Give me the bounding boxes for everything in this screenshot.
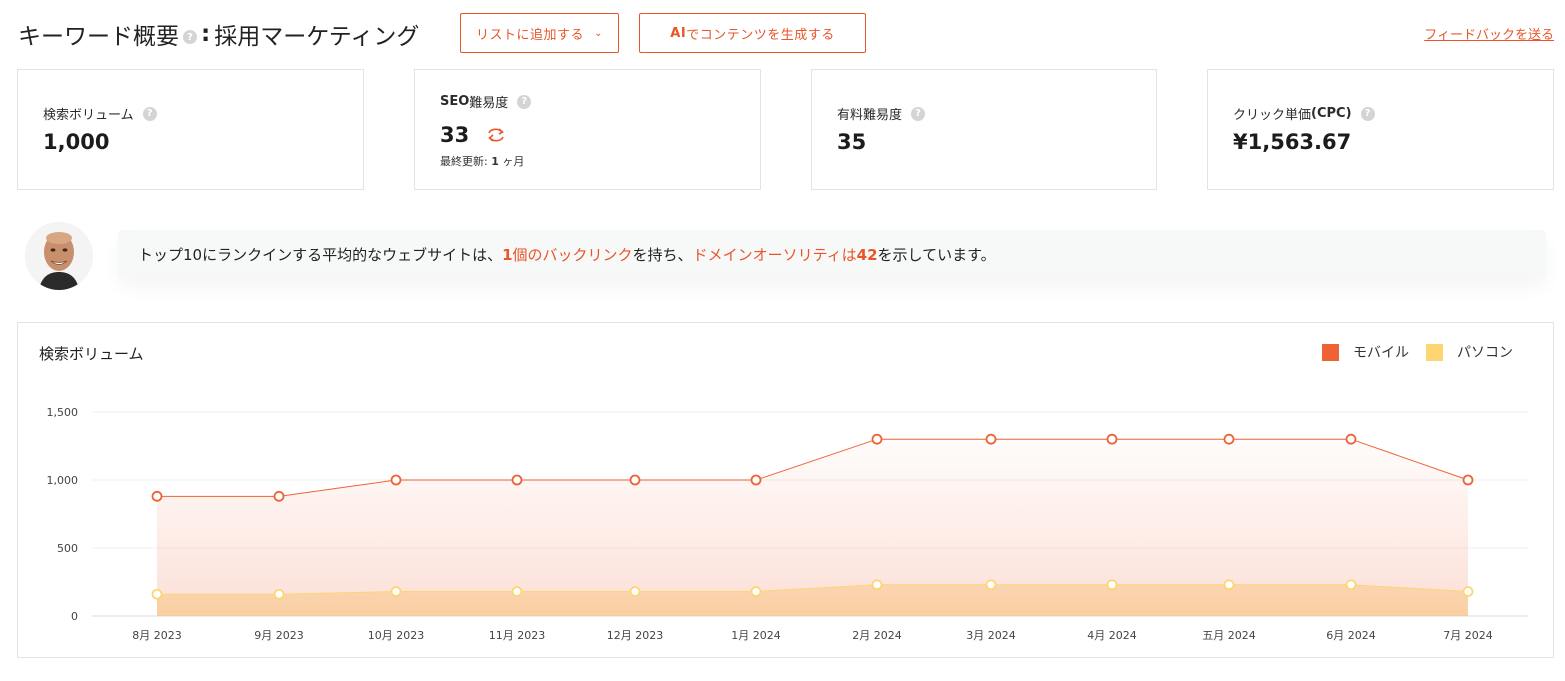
data-point-mobile	[1462, 474, 1474, 486]
domain-authority-label: ドメインオーソリティは	[692, 246, 857, 264]
cpc-label-suffix: (CPC)	[1311, 106, 1352, 121]
data-point-mobile	[629, 474, 641, 486]
x-tick-label: 2月 2024	[852, 629, 902, 642]
search-volume-label: 検索ボリューム ?	[43, 104, 157, 123]
last-updated-text: 最終更新: 1 ヶ月	[440, 153, 524, 169]
x-tick-label: 3月 2024	[966, 629, 1016, 642]
data-point-desktop	[273, 588, 285, 600]
data-point-mobile	[1223, 433, 1235, 445]
search-volume-card: 検索ボリューム ? 1,000	[17, 69, 364, 190]
search-volume-chart-panel: 検索ボリューム モバイル パソコン 0 500 1,000 1,500 8月 2023 9…	[17, 322, 1554, 658]
data-point-desktop	[1106, 579, 1118, 591]
x-tick-label: 7月 2024	[1443, 629, 1493, 642]
data-point-mobile	[871, 433, 883, 445]
x-tick-label: 8月 2023	[132, 629, 182, 642]
search-volume-chart: 0 500 1,000 1,500 8月 2023 9月 2023 10月 2023 11月 …	[47, 406, 1528, 642]
page-title-label: キーワード概要	[18, 24, 179, 50]
help-icon[interactable]: ?	[517, 94, 532, 109]
insight-banner: トップ10にランクインする平均的なウェブサイトは、1個のバックリンクを持ち、ドメ…	[118, 230, 1546, 278]
insight-text-part: トップ10にランクインする平均的なウェブサイトは、	[138, 246, 503, 264]
x-tick-label: 10月 2023	[368, 629, 425, 642]
data-point-desktop	[871, 579, 883, 591]
x-tick-label: 9月 2023	[254, 629, 304, 642]
cpc-label: クリック単価 (CPC) ?	[1233, 104, 1375, 123]
help-icon[interactable]: ?	[183, 30, 197, 44]
insight-text: トップ10にランクインする平均的なウェブサイトは、1個のバックリンクを持ち、ドメ…	[138, 244, 996, 265]
x-tick-label: 五月 2024	[1202, 629, 1256, 642]
paid-difficulty-card: 有料難易度 ? 35	[811, 69, 1157, 190]
insight-text-part: を示しています。	[877, 246, 996, 264]
search-volume-label-text: 検索ボリューム	[43, 108, 134, 123]
x-tick-label: 6月 2024	[1326, 629, 1376, 642]
seo-difficulty-card: SEO 難易度 ? 33 最終更新: 1 ヶ月	[414, 69, 761, 190]
insight-text-part: を持ち、	[632, 246, 693, 264]
help-icon[interactable]: ?	[1360, 106, 1375, 121]
data-point-desktop	[1345, 579, 1357, 591]
refresh-icon[interactable]	[485, 124, 507, 146]
x-tick-label: 11月 2023	[489, 629, 546, 642]
seo-difficulty-label: SEO 難易度 ?	[440, 92, 532, 111]
avatar-portrait-icon	[25, 222, 93, 290]
chevron-down-icon: ⌄	[594, 27, 603, 39]
seo-label-suffix: 難易度	[469, 96, 509, 111]
send-feedback-link[interactable]: フィードバックを送る	[1424, 24, 1554, 43]
page-header: キーワード概要 ? : 採用マーケティング リストに追加する ⌄ AI でコンテン…	[18, 13, 1554, 53]
ai-generate-content-button[interactable]: AI でコンテンツを生成する	[639, 13, 866, 53]
data-point-mobile	[390, 474, 402, 486]
domain-authority-value: 42	[856, 246, 878, 264]
y-tick-label: 0	[71, 610, 78, 623]
page-title: キーワード概要 ? : 採用マーケティング	[18, 17, 419, 51]
seo-label-prefix: SEO	[440, 94, 470, 109]
data-point-mobile	[273, 490, 285, 502]
x-tick-label: 4月 2024	[1087, 629, 1137, 642]
data-point-mobile	[151, 490, 163, 502]
backlink-label: 個のバックリンク	[512, 246, 633, 264]
data-point-mobile	[1106, 433, 1118, 445]
backlink-count: 1	[502, 246, 513, 264]
seo-difficulty-value: 33	[440, 123, 470, 147]
add-to-list-label: リストに追加する	[476, 27, 585, 43]
keyword-text: 採用マーケティング	[214, 24, 420, 50]
cpc-card: クリック単価 (CPC) ? ¥1,563.67	[1207, 69, 1554, 190]
data-point-desktop	[390, 586, 402, 597]
cpc-label-prefix: クリック単価	[1233, 108, 1312, 123]
seo-difficulty-value-row: 33	[440, 123, 507, 147]
help-icon[interactable]: ?	[142, 106, 157, 121]
paid-difficulty-label: 有料難易度 ?	[837, 104, 926, 123]
data-point-desktop	[1223, 579, 1235, 591]
y-tick-label: 500	[57, 542, 78, 555]
cpc-value: ¥1,563.67	[1233, 130, 1352, 154]
x-tick-label: 12月 2023	[607, 629, 664, 642]
data-point-desktop	[151, 588, 163, 600]
data-point-mobile	[1345, 433, 1357, 445]
data-point-mobile	[750, 474, 762, 486]
data-point-desktop	[985, 579, 997, 591]
data-point-mobile	[511, 474, 523, 486]
ai-label-suffix: でコンテンツを生成する	[686, 27, 835, 43]
data-point-desktop	[1462, 586, 1474, 597]
title-separator: :	[201, 21, 211, 47]
last-updated-unit: ヶ月	[502, 155, 525, 168]
data-point-mobile	[985, 433, 997, 445]
paid-difficulty-label-text: 有料難易度	[837, 108, 903, 123]
data-point-desktop	[629, 586, 641, 597]
ai-label-prefix: AI	[670, 25, 687, 41]
help-icon[interactable]: ?	[911, 106, 926, 121]
avatar	[25, 222, 93, 290]
last-updated-label: 最終更新:	[440, 155, 488, 168]
data-point-desktop	[511, 586, 523, 597]
add-to-list-button[interactable]: リストに追加する ⌄	[460, 13, 619, 53]
search-volume-value: 1,000	[43, 130, 110, 154]
last-updated-number: 1	[491, 155, 499, 168]
y-tick-label: 1,500	[47, 406, 79, 419]
paid-difficulty-value: 35	[837, 130, 867, 154]
data-point-desktop	[750, 586, 762, 597]
y-tick-label: 1,000	[47, 474, 79, 487]
x-tick-label: 1月 2024	[731, 629, 781, 642]
